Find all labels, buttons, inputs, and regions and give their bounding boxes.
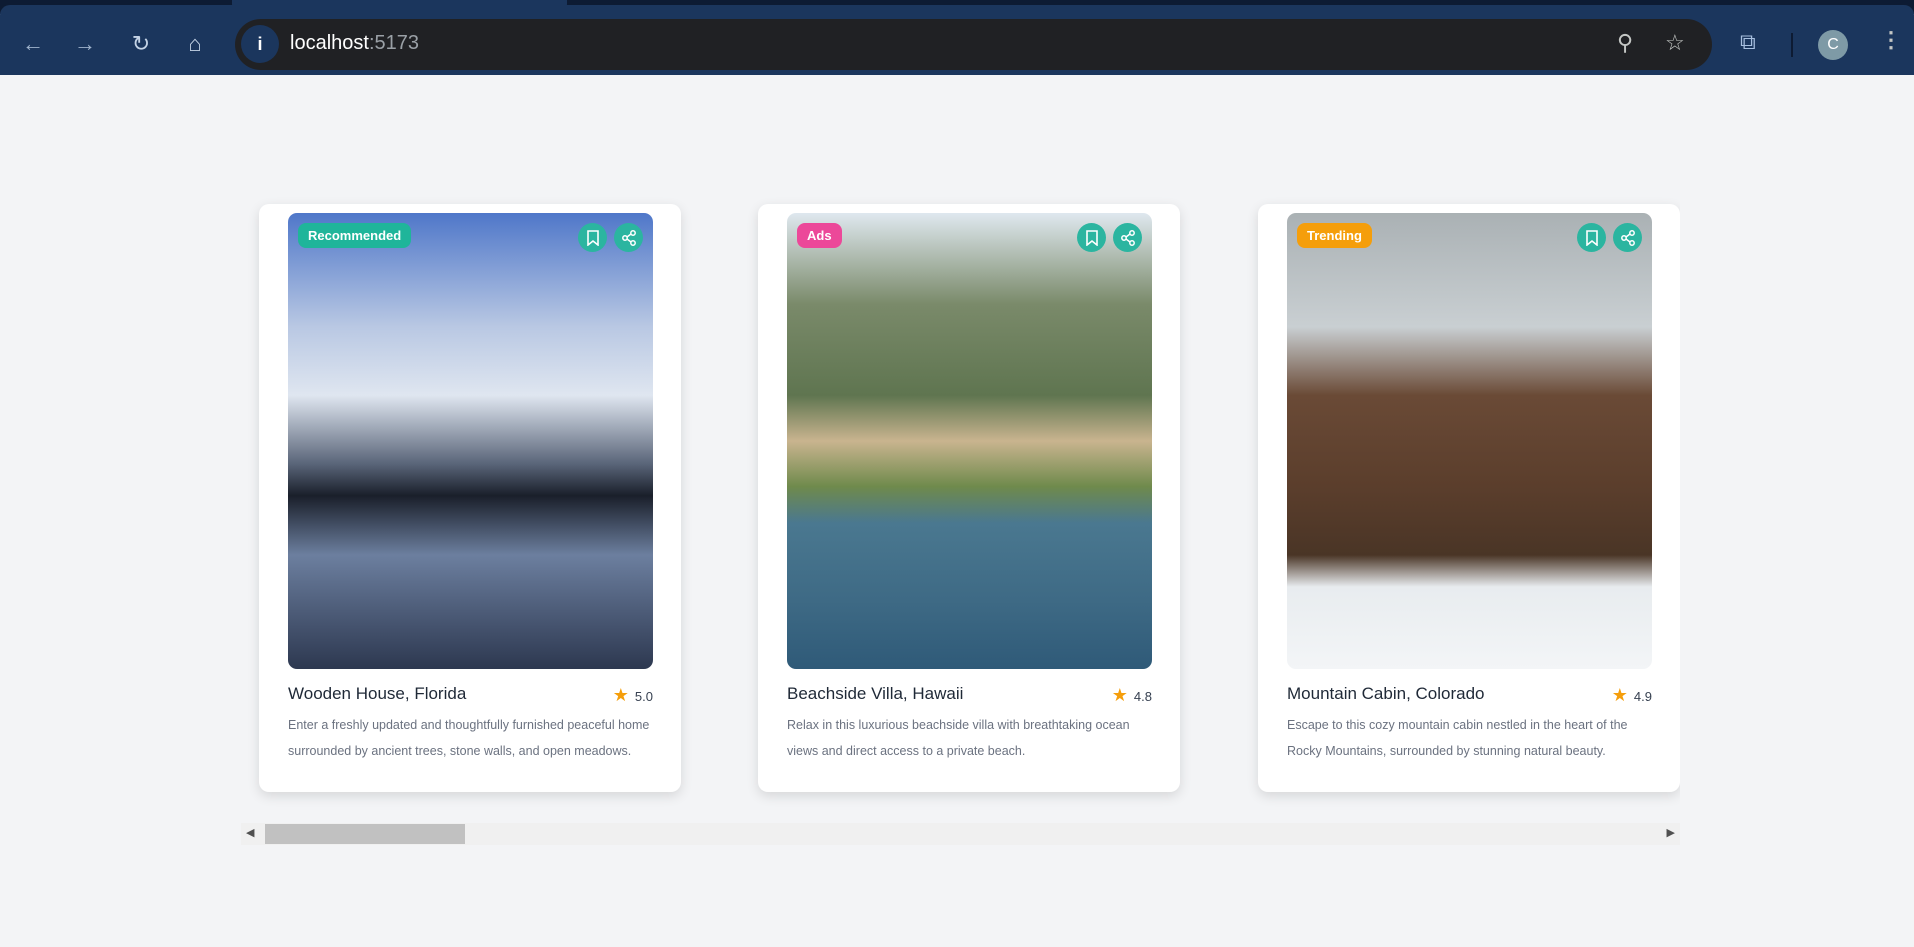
reload-icon[interactable]: ↻	[126, 29, 156, 59]
card-title: Wooden House, Florida	[288, 684, 467, 703]
share-button[interactable]	[1113, 223, 1142, 252]
profile-avatar[interactable]: C	[1818, 30, 1848, 60]
rating-value: 4.8	[1133, 689, 1152, 704]
extensions-icon[interactable]: ⧉	[1740, 29, 1756, 55]
cards-carousel: Recommended Wooden House, Florida ★ 5.0 E…	[241, 190, 1680, 845]
scrollbar-thumb[interactable]	[265, 824, 465, 844]
url-text[interactable]: localhost:5173	[290, 32, 419, 55]
address-bar[interactable]: i localhost:5173 ⚲ ☆	[235, 19, 1712, 70]
toolbar-divider	[1791, 33, 1793, 57]
horizontal-scrollbar[interactable]: ◀ ▶	[241, 823, 1680, 845]
back-icon[interactable]: ←	[18, 29, 48, 59]
rating-value: 5.0	[634, 689, 653, 704]
share-button[interactable]	[1613, 223, 1642, 252]
card-title: Mountain Cabin, Colorado	[1287, 684, 1485, 703]
badge: Trending	[1297, 223, 1372, 248]
share-icon	[621, 229, 636, 246]
card-title: Beachside Villa, Hawaii	[787, 684, 964, 703]
share-icon	[1620, 229, 1635, 246]
more-menu-icon[interactable]: ⋮	[1880, 27, 1902, 53]
browser-toolbar: ← → ↻ ⌂ i localhost:5173 ⚲ ☆ ⧉ C ⋮	[0, 5, 1914, 75]
star-icon: ★	[612, 685, 629, 705]
bookmark-icon	[1585, 229, 1598, 246]
scroll-left-icon[interactable]: ◀	[246, 826, 254, 839]
rating-value: 4.9	[1633, 689, 1652, 704]
bookmark-star-icon[interactable]: ☆	[1665, 30, 1685, 56]
property-image: Recommended	[288, 213, 653, 669]
property-card[interactable]: Trending Mountain Cabin, Colorado ★ 4.9 E…	[1258, 204, 1680, 792]
site-info-icon[interactable]: i	[241, 25, 279, 63]
star-icon: ★	[1611, 685, 1628, 705]
scroll-right-icon[interactable]: ▶	[1667, 826, 1675, 839]
property-image: Ads	[787, 213, 1152, 669]
bookmark-button[interactable]	[1577, 223, 1606, 252]
rating: ★ 4.8	[1112, 685, 1152, 706]
bookmark-button[interactable]	[578, 223, 607, 252]
share-button[interactable]	[614, 223, 643, 252]
property-card[interactable]: Ads Beachside Villa, Hawaii ★ 4.8 Relax i…	[758, 204, 1180, 792]
bookmark-button[interactable]	[1077, 223, 1106, 252]
share-icon	[1120, 229, 1135, 246]
property-image: Trending	[1287, 213, 1652, 669]
home-icon[interactable]: ⌂	[180, 29, 210, 59]
badge: Ads	[797, 223, 842, 248]
card-description: Enter a freshly updated and thoughtfully…	[288, 718, 650, 758]
rating: ★ 4.9	[1612, 685, 1652, 706]
forward-icon[interactable]: →	[70, 29, 100, 59]
zoom-out-icon[interactable]: ⚲	[1617, 30, 1633, 56]
url-port: :5173	[368, 32, 419, 54]
bookmark-icon	[586, 229, 599, 246]
card-description: Relax in this luxurious beachside villa …	[787, 718, 1130, 758]
url-host: localhost	[290, 32, 369, 54]
card-description: Escape to this cozy mountain cabin nestl…	[1287, 718, 1628, 758]
property-card[interactable]: Recommended Wooden House, Florida ★ 5.0 E…	[259, 204, 681, 792]
star-icon: ★	[1111, 685, 1128, 705]
badge: Recommended	[298, 223, 412, 248]
bookmark-icon	[1085, 229, 1098, 246]
rating: ★ 5.0	[613, 685, 653, 706]
